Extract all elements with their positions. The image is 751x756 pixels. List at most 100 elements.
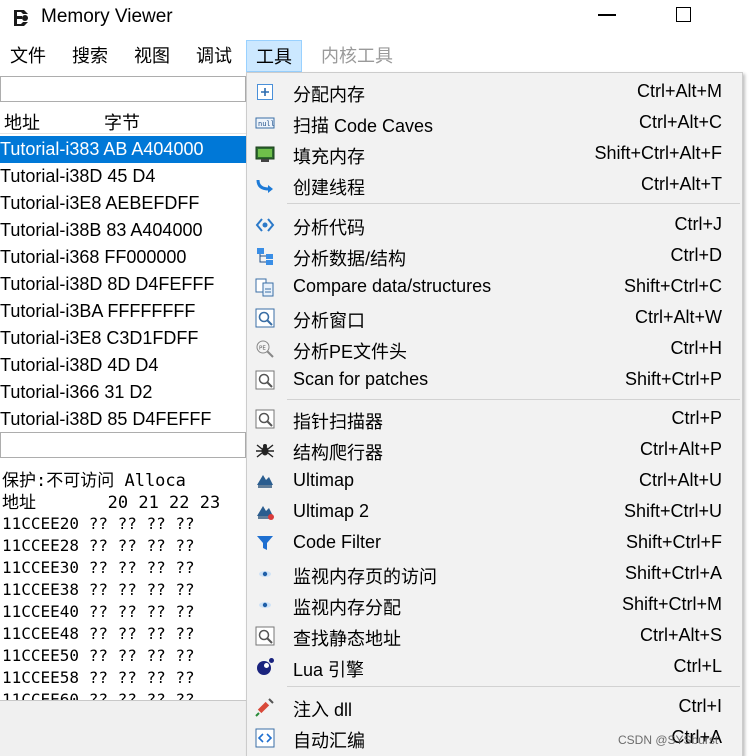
- thread-arrow-icon: [256, 179, 273, 193]
- menu-kernel-tools[interactable]: 内核工具: [312, 40, 402, 72]
- menu-item-label: 注入 dll: [293, 700, 353, 720]
- menu-item-create-thread[interactable]: 创建线程 Ctrl+Alt+T: [247, 169, 742, 200]
- instruction-info-bar: [0, 432, 246, 458]
- menu-item-pointer-scanner[interactable]: 指针扫描器 Ctrl+P: [247, 403, 742, 434]
- hex-row[interactable]: 11CCEE30 ?? ?? ?? ??: [2, 558, 195, 580]
- menu-item-label: 填充内存: [293, 147, 365, 167]
- menu-search[interactable]: 搜索: [62, 40, 118, 72]
- maximize-button[interactable]: [676, 7, 691, 22]
- disasm-row[interactable]: Tutorial-i3BA FFFFFFFF: [0, 298, 246, 325]
- menu-item-fill-memory[interactable]: 填充内存 Shift+Ctrl+Alt+F: [247, 138, 742, 169]
- menu-separator: [287, 203, 740, 204]
- hex-row[interactable]: 11CCEE38 ?? ?? ?? ??: [2, 580, 195, 602]
- menu-item-watch-memory-allocations[interactable]: 监视内存分配 Shift+Ctrl+M: [247, 589, 742, 620]
- disasm-row[interactable]: Tutorial-i368 FF000000: [0, 244, 246, 271]
- row-address: Tutorial-i3: [0, 382, 80, 402]
- menu-file[interactable]: 文件: [0, 40, 56, 72]
- disasm-row[interactable]: Tutorial-i366 31 D2: [0, 379, 246, 406]
- row-address: Tutorial-i3: [0, 220, 80, 240]
- menu-item-code-filter[interactable]: Code Filter Shift+Ctrl+F: [247, 527, 742, 558]
- menu-item-label: 自动汇编: [293, 731, 365, 751]
- menu-item-dissect-window[interactable]: 分析窗口 Ctrl+Alt+W: [247, 302, 742, 333]
- row-bytes: 68 FF000000: [79, 247, 187, 267]
- menu-view[interactable]: 视图: [124, 40, 180, 72]
- row-bytes: 8D 85 D4FEFFF: [79, 409, 212, 429]
- svg-text:null: null: [258, 120, 275, 128]
- hex-row[interactable]: 11CCEE58 ?? ?? ?? ??: [2, 668, 195, 690]
- row-bytes: 8B 83 A404000: [79, 220, 203, 240]
- row-bytes: 83 AB A404000: [79, 139, 204, 159]
- menu-item-scan-for-patches[interactable]: Scan for patches Shift+Ctrl+P: [247, 364, 742, 395]
- column-bytes[interactable]: 字节: [104, 109, 140, 135]
- disassembler-header: 地址 字节: [0, 106, 246, 134]
- null-scan-icon: null: [255, 117, 275, 129]
- menu-item-inject-dll[interactable]: 注入 dll Ctrl+I: [247, 691, 742, 722]
- menu-item-label: 创建线程: [293, 178, 365, 198]
- row-bytes: BA FFFFFFFF: [79, 301, 196, 321]
- menu-item-label: 分析代码: [293, 218, 365, 238]
- disasm-row[interactable]: Tutorial-i3E8 AEBEFDFF: [0, 190, 246, 217]
- disasm-row[interactable]: Tutorial-i383 AB A404000: [0, 136, 246, 163]
- cheat-engine-icon: [14, 10, 28, 26]
- code-analyze-icon: [255, 218, 275, 232]
- menu-item-label: 查找静态地址: [293, 629, 401, 649]
- plus-box-icon: [257, 84, 273, 100]
- hex-row[interactable]: 11CCEE40 ?? ?? ?? ??: [2, 602, 195, 624]
- menu-item-watch-memory-page-access[interactable]: 监视内存页的访问 Shift+Ctrl+A: [247, 558, 742, 589]
- menu-item-label: 结构爬行器: [293, 443, 383, 463]
- menu-item-label: Ultimap 2: [293, 501, 370, 521]
- address-bar[interactable]: [0, 76, 246, 102]
- minimize-button[interactable]: [598, 14, 616, 16]
- disasm-row[interactable]: Tutorial-i38D 4D D4: [0, 352, 246, 379]
- disasm-row[interactable]: Tutorial-i3E8 C3D1FDFF: [0, 325, 246, 352]
- lua-icon: [257, 658, 274, 675]
- menu-item-allocate-memory[interactable]: 分配内存 Ctrl+Alt+M: [247, 76, 742, 107]
- disasm-row[interactable]: Tutorial-i38D 8D D4FEFFF: [0, 271, 246, 298]
- row-bytes: E8 C3D1FDFF: [79, 328, 199, 348]
- disasm-row[interactable]: Tutorial-i38B 83 A404000: [0, 217, 246, 244]
- row-address: Tutorial-i3: [0, 409, 80, 429]
- menu-debug[interactable]: 调试: [186, 40, 242, 72]
- row-address: Tutorial-i3: [0, 274, 80, 294]
- menu-item-compare-data-structures[interactable]: Compare data/structures Shift+Ctrl+C: [247, 271, 742, 302]
- menu-item-analyze-code[interactable]: 分析代码 Ctrl+J: [247, 209, 742, 240]
- auto-assemble-icon: [255, 728, 275, 748]
- hex-row[interactable]: 11CCEE60 ?? ?? ?? ??: [2, 690, 195, 700]
- menu-item-shortcut: Ctrl+Alt+T: [640, 174, 722, 194]
- menu-item-label: 监视内存页的访问: [293, 567, 437, 587]
- menu-separator: [287, 399, 740, 400]
- row-address: Tutorial-i3: [0, 328, 80, 348]
- svg-text:PE: PE: [259, 346, 266, 352]
- menu-item-analyze-data-structures[interactable]: 分析数据/结构 Ctrl+D: [247, 240, 742, 271]
- menu-item-structure-spider[interactable]: 结构爬行器 Ctrl+Alt+P: [247, 434, 742, 465]
- hex-row[interactable]: 11CCEE50 ?? ?? ?? ??: [2, 646, 195, 668]
- hex-row[interactable]: 11CCEE20 ?? ?? ?? ??: [2, 514, 195, 536]
- menu-item-ultimap-2[interactable]: Ultimap 2 Shift+Ctrl+U: [247, 496, 742, 527]
- menu-item-shortcut: Ctrl+J: [674, 214, 722, 234]
- column-address[interactable]: 地址: [4, 109, 40, 135]
- menu-item-shortcut: Shift+Ctrl+U: [623, 501, 722, 521]
- menu-item-ultimap[interactable]: Ultimap Ctrl+Alt+U: [247, 465, 742, 496]
- disasm-row[interactable]: Tutorial-i38D 45 D4: [0, 163, 246, 190]
- menu-item-dissect-pe-headers[interactable]: PE 分析PE文件头 Ctrl+H: [247, 333, 742, 364]
- menu-item-shortcut: Ctrl+L: [673, 656, 722, 676]
- patch-scan-icon: [255, 370, 275, 390]
- menu-item-label: 监视内存分配: [293, 598, 401, 618]
- menu-item-label: Lua 引擎: [293, 660, 365, 680]
- menu-item-label: 分配内存: [293, 85, 365, 105]
- menu-item-find-static-addresses[interactable]: 查找静态地址 Ctrl+Alt+S: [247, 620, 742, 651]
- hex-header: 地址 20 21 22 23: [2, 493, 221, 513]
- hex-row[interactable]: 11CCEE28 ?? ?? ?? ??: [2, 536, 195, 558]
- menu-item-shortcut: Shift+Ctrl+M: [621, 594, 722, 614]
- menu-item-scan-code-caves[interactable]: null 扫描 Code Caves Ctrl+Alt+C: [247, 107, 742, 138]
- hex-row[interactable]: 11CCEE48 ?? ?? ?? ??: [2, 624, 195, 646]
- menu-item-label: Ultimap: [293, 470, 355, 490]
- tools-dropdown-menu: 分配内存 Ctrl+Alt+M null 扫描 Code Caves Ctrl+…: [246, 72, 743, 756]
- disasm-row[interactable]: Tutorial-i38D 85 D4FEFFF: [0, 406, 246, 433]
- menu-item-label: 分析PE文件头: [293, 342, 408, 362]
- row-bytes: 66 31 D2: [79, 382, 153, 402]
- menu-item-lua-engine[interactable]: Lua 引擎 Ctrl+L: [247, 651, 742, 682]
- menu-item-label: 指针扫描器: [293, 412, 383, 432]
- row-address: Tutorial-i3: [0, 301, 80, 321]
- menu-tools[interactable]: 工具: [246, 40, 302, 72]
